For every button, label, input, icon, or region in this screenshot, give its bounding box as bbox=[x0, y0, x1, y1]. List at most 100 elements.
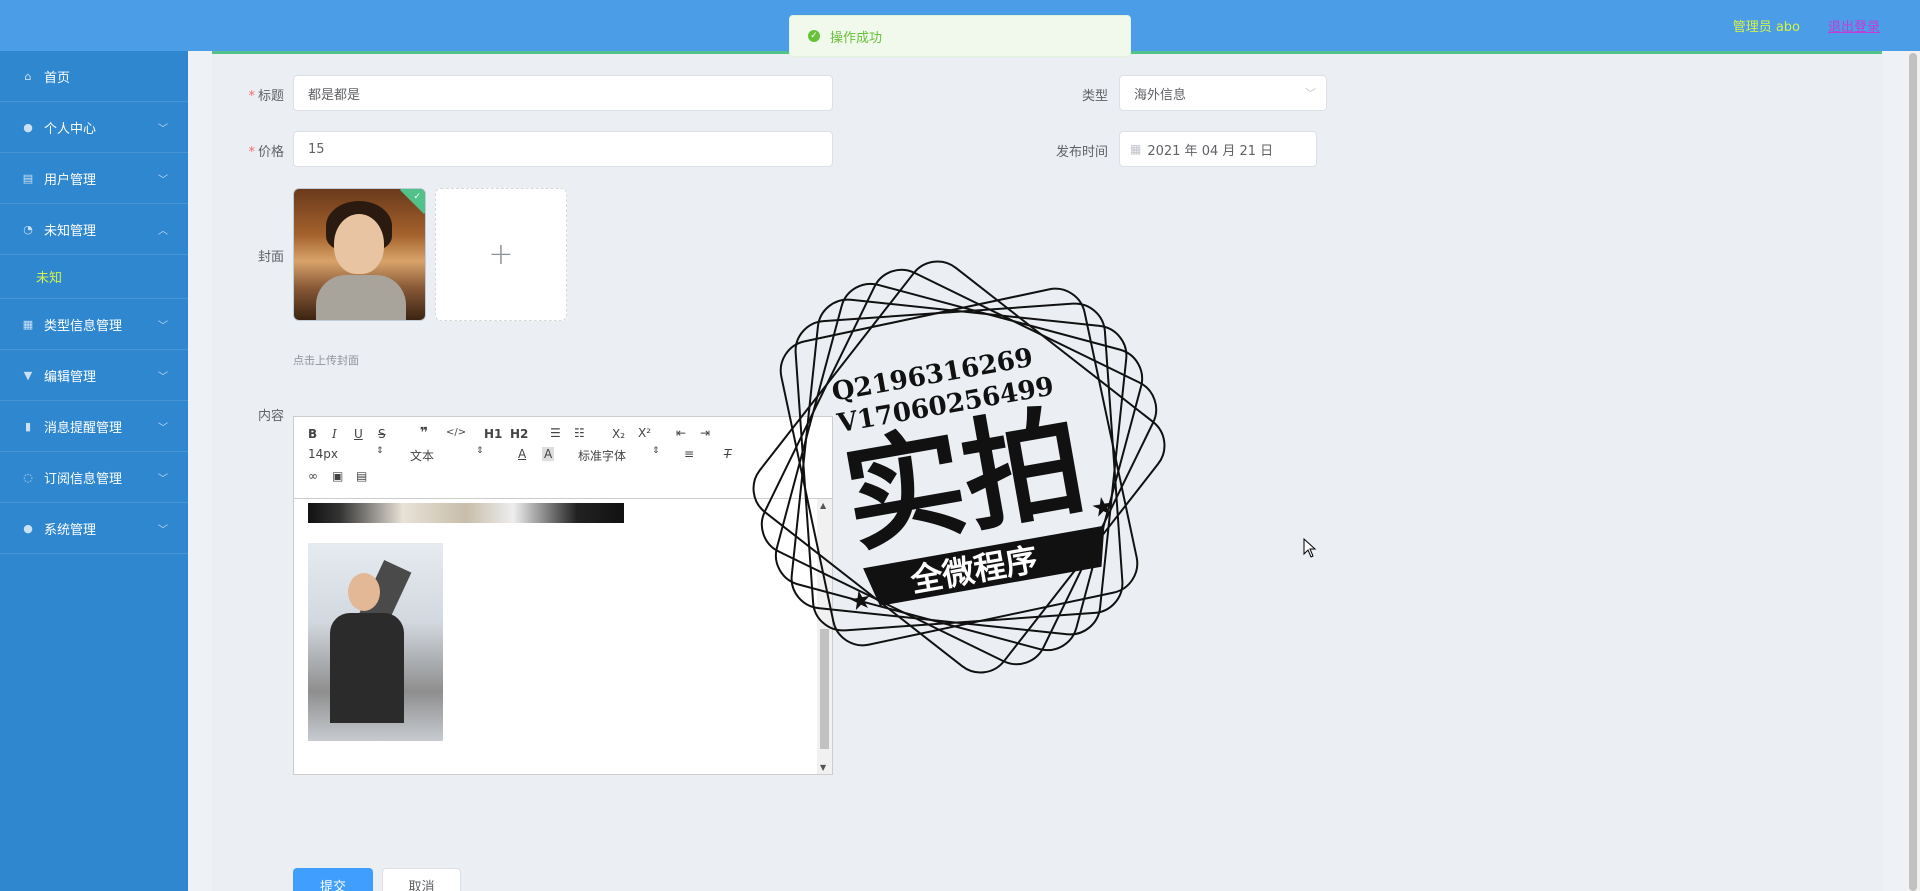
clock-icon: ◔ bbox=[23, 222, 33, 236]
content-label: 内容 bbox=[257, 409, 284, 424]
align-icon[interactable]: ≡ bbox=[684, 447, 694, 461]
upload-cover-button[interactable]: + bbox=[435, 188, 567, 321]
calendar-icon: ▦ bbox=[1130, 142, 1142, 156]
bar-chart-icon: ▮ bbox=[24, 419, 32, 433]
bold-icon[interactable]: B bbox=[308, 427, 317, 441]
plus-icon: + bbox=[488, 237, 514, 272]
content-image bbox=[308, 543, 443, 741]
admin-user-label: 管理员 abo bbox=[1732, 20, 1800, 35]
sidebar-item-label: 订阅信息管理 bbox=[44, 471, 123, 487]
chevron-up-icon: ︿ bbox=[158, 226, 168, 237]
type-select[interactable]: 海外信息 ﹀ bbox=[1119, 75, 1327, 111]
clear-format-icon[interactable]: T̶ bbox=[724, 447, 731, 461]
editor-toolbar: B I U S ❞ </> H1 H2 ☰ ☷ X₂ X² ⇤ ⇥ 14px ⇕… bbox=[294, 417, 832, 499]
sidebar-item-label: 用户管理 bbox=[44, 172, 97, 188]
toast-message: 操作成功 bbox=[830, 30, 883, 46]
font-color-icon[interactable]: A bbox=[518, 447, 526, 461]
cover-image[interactable]: ✓ bbox=[293, 188, 426, 321]
background-color-icon[interactable]: A bbox=[542, 447, 555, 461]
cup-icon: ▼ bbox=[23, 368, 33, 382]
sidebar: ⌂ 首页 ● 个人中心 ﹀ ▤ 用户管理 ﹀ ◔ 未知管理 ︿ 未知 ▦ 类型信… bbox=[0, 51, 188, 891]
sort-icon: ⇕ bbox=[652, 446, 660, 456]
sidebar-item-home[interactable]: ⌂ 首页 bbox=[0, 51, 188, 102]
editor-scrollbar[interactable]: ▲ ▼ bbox=[817, 499, 832, 774]
sidebar-item-label: 编辑管理 bbox=[44, 369, 97, 385]
date-label: 发布时间 bbox=[1055, 145, 1108, 160]
underline-icon[interactable]: U bbox=[354, 427, 363, 441]
chevron-down-icon: ﹀ bbox=[158, 124, 168, 135]
check-icon: ✓ bbox=[413, 192, 421, 202]
chevron-down-icon: ﹀ bbox=[158, 321, 168, 332]
title-input[interactable]: 都是都是 bbox=[293, 75, 833, 111]
chevron-down-icon: ﹀ bbox=[158, 423, 168, 434]
price-input[interactable]: 15 bbox=[293, 131, 833, 167]
price-label: * 价格 bbox=[248, 145, 284, 160]
date-picker[interactable]: ▦ 2021 年 04 月 21 日 bbox=[1119, 131, 1317, 167]
video-icon[interactable]: ▤ bbox=[356, 469, 367, 483]
chevron-down-icon: ﹀ bbox=[158, 175, 168, 186]
bell-icon: ◌ bbox=[23, 470, 33, 484]
type-select-value: 海外信息 bbox=[1134, 87, 1187, 103]
sidebar-item-type-info[interactable]: ▦ 类型信息管理 ﹀ bbox=[0, 299, 188, 350]
page-scrollbar[interactable] bbox=[1906, 51, 1920, 891]
image-icon[interactable]: ▣ bbox=[332, 469, 343, 483]
location-icon: ● bbox=[23, 521, 33, 535]
sort-icon: ⇕ bbox=[476, 446, 484, 456]
cover-upload-hint: 点击上传封面 bbox=[293, 354, 359, 367]
clipboard-icon: ▤ bbox=[22, 171, 34, 185]
sidebar-item-editor[interactable]: ▼ 编辑管理 ﹀ bbox=[0, 350, 188, 401]
date-value: 2021 年 04 月 21 日 bbox=[1147, 143, 1274, 159]
sidebar-item-label: 个人中心 bbox=[44, 121, 97, 137]
chevron-down-icon: ﹀ bbox=[158, 474, 168, 485]
sidebar-item-messages[interactable]: ▮ 消息提醒管理 ﹀ bbox=[0, 401, 188, 452]
sidebar-item-label: 类型信息管理 bbox=[44, 318, 123, 334]
logout-link[interactable]: 退出登录 bbox=[1828, 16, 1880, 35]
blockquote-icon[interactable]: ❞ bbox=[420, 425, 428, 441]
type-label: 类型 bbox=[1081, 89, 1108, 104]
scroll-down-icon[interactable]: ▼ bbox=[820, 763, 826, 772]
success-check-icon: ✓ bbox=[808, 30, 820, 42]
indent-icon[interactable]: ⇥ bbox=[700, 426, 710, 440]
chevron-down-icon: ﹀ bbox=[158, 525, 168, 536]
outdent-icon[interactable]: ⇤ bbox=[676, 426, 686, 440]
heading2-icon[interactable]: H2 bbox=[510, 427, 528, 441]
sidebar-item-label: 首页 bbox=[44, 70, 71, 86]
content-image bbox=[308, 503, 624, 523]
title-label: * 标题 bbox=[248, 89, 284, 104]
sidebar-item-unknown[interactable]: ◔ 未知管理 ︿ bbox=[0, 204, 188, 255]
sidebar-item-label: 消息提醒管理 bbox=[44, 420, 123, 436]
code-block-icon[interactable]: </> bbox=[446, 427, 466, 438]
submit-button[interactable]: 提交 bbox=[293, 868, 373, 891]
sidebar-item-system[interactable]: ● 系统管理 ﹀ bbox=[0, 503, 188, 554]
editor-content[interactable] bbox=[294, 499, 818, 774]
block-format-select[interactable]: 文本 bbox=[410, 447, 434, 464]
font-family-select[interactable]: 标准字体 bbox=[578, 447, 626, 464]
cancel-button[interactable]: 取消 bbox=[382, 868, 461, 891]
sidebar-item-profile[interactable]: ● 个人中心 ﹀ bbox=[0, 102, 188, 153]
user-icon: ● bbox=[23, 120, 33, 134]
grid-icon: ▦ bbox=[22, 317, 34, 331]
ordered-list-icon[interactable]: ☰ bbox=[550, 426, 561, 440]
sidebar-item-label: 未知管理 bbox=[44, 223, 97, 239]
sidebar-item-subscriptions[interactable]: ◌ 订阅信息管理 ﹀ bbox=[0, 452, 188, 503]
sidebar-item-label: 系统管理 bbox=[44, 522, 97, 538]
font-size-select[interactable]: 14px bbox=[308, 447, 338, 461]
cover-label: 封面 bbox=[257, 250, 284, 265]
mouse-cursor-icon bbox=[1303, 538, 1317, 558]
submenu-item-unknown[interactable]: 未知 bbox=[0, 255, 188, 299]
rich-text-editor: B I U S ❞ </> H1 H2 ☰ ☷ X₂ X² ⇤ ⇥ 14px ⇕… bbox=[293, 416, 833, 775]
bullet-list-icon[interactable]: ☷ bbox=[574, 426, 585, 440]
home-icon: ⌂ bbox=[24, 69, 32, 83]
italic-icon[interactable]: I bbox=[332, 427, 337, 441]
scroll-up-icon[interactable]: ▲ bbox=[820, 501, 826, 510]
chevron-down-icon: ﹀ bbox=[1305, 87, 1316, 100]
sort-icon: ⇕ bbox=[376, 446, 384, 456]
superscript-icon[interactable]: X² bbox=[638, 426, 651, 440]
strikethrough-icon[interactable]: S bbox=[378, 427, 386, 441]
sidebar-item-users[interactable]: ▤ 用户管理 ﹀ bbox=[0, 153, 188, 204]
chevron-down-icon: ﹀ bbox=[158, 372, 168, 383]
heading1-icon[interactable]: H1 bbox=[484, 427, 502, 441]
success-toast: ✓ 操作成功 bbox=[789, 15, 1131, 57]
subscript-icon[interactable]: X₂ bbox=[612, 427, 625, 441]
link-icon[interactable]: ∞ bbox=[308, 469, 318, 483]
